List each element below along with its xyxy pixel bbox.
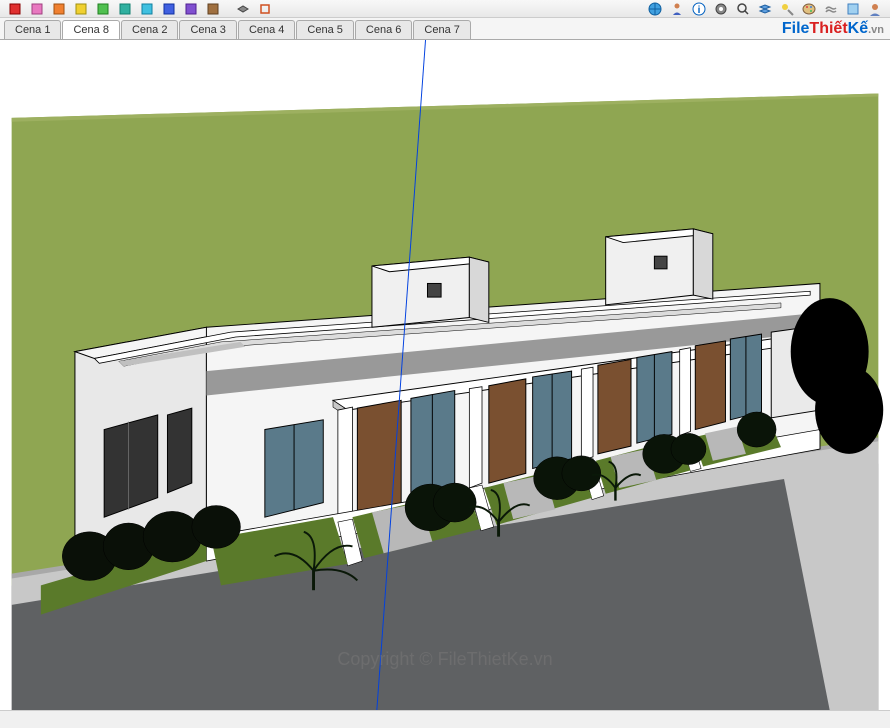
tool-paint-green[interactable] — [93, 1, 113, 17]
logo-vn: .vn — [868, 24, 884, 36]
3d-viewport[interactable]: Copyright © FileThietKe.vn — [0, 40, 890, 710]
tool-paint-yellow[interactable] — [71, 1, 91, 17]
scene-tab-2[interactable]: Cena 2 — [121, 20, 178, 39]
svg-text:i: i — [698, 5, 701, 16]
logo-file: File — [782, 20, 810, 37]
scene-tab-4[interactable]: Cena 4 — [238, 20, 295, 39]
scene-tab-7[interactable]: Cena 7 — [413, 20, 470, 39]
user-icon[interactable] — [865, 1, 885, 17]
shadow-icon[interactable] — [777, 1, 797, 17]
model-render — [0, 40, 890, 710]
search-icon[interactable] — [733, 1, 753, 17]
tool-paint-orange[interactable] — [49, 1, 69, 17]
logo-ke: Kế — [848, 20, 868, 37]
tool-paint-pink[interactable] — [27, 1, 47, 17]
fog-icon[interactable] — [821, 1, 841, 17]
watermark-logo: FileThiếtKế.vn — [782, 20, 884, 38]
logo-thiet: Thiết — [809, 20, 847, 37]
tool-paint-red[interactable] — [5, 1, 25, 17]
scene-tab-6[interactable]: Cena 6 — [355, 20, 412, 39]
layers-icon[interactable] — [755, 1, 775, 17]
globe-icon[interactable] — [645, 1, 665, 17]
tool-paint-blue[interactable] — [159, 1, 179, 17]
tool-paint-purple[interactable] — [181, 1, 201, 17]
person-icon[interactable] — [667, 1, 687, 17]
status-bar — [0, 710, 890, 728]
tool-paint-cyan[interactable] — [137, 1, 157, 17]
tool-paint-brown[interactable] — [203, 1, 223, 17]
layer-tool-icon[interactable] — [233, 1, 253, 17]
scene-tab-1[interactable]: Cena 1 — [4, 20, 61, 39]
style-icon[interactable] — [843, 1, 863, 17]
tool-paint-teal[interactable] — [115, 1, 135, 17]
info-icon[interactable]: i — [689, 1, 709, 17]
app-window: i Cena 1 Cena 8 Cena 2 Cena 3 Cena 4 Cen… — [0, 0, 890, 728]
gear-icon[interactable] — [711, 1, 731, 17]
main-toolbar: i — [0, 0, 890, 18]
section-tool-icon[interactable] — [255, 1, 275, 17]
scene-tab-8[interactable]: Cena 8 — [62, 20, 119, 39]
scene-tab-5[interactable]: Cena 5 — [296, 20, 353, 39]
scene-tab-bar: Cena 1 Cena 8 Cena 2 Cena 3 Cena 4 Cena … — [0, 18, 890, 40]
palette-icon[interactable] — [799, 1, 819, 17]
scene-tab-3[interactable]: Cena 3 — [179, 20, 236, 39]
